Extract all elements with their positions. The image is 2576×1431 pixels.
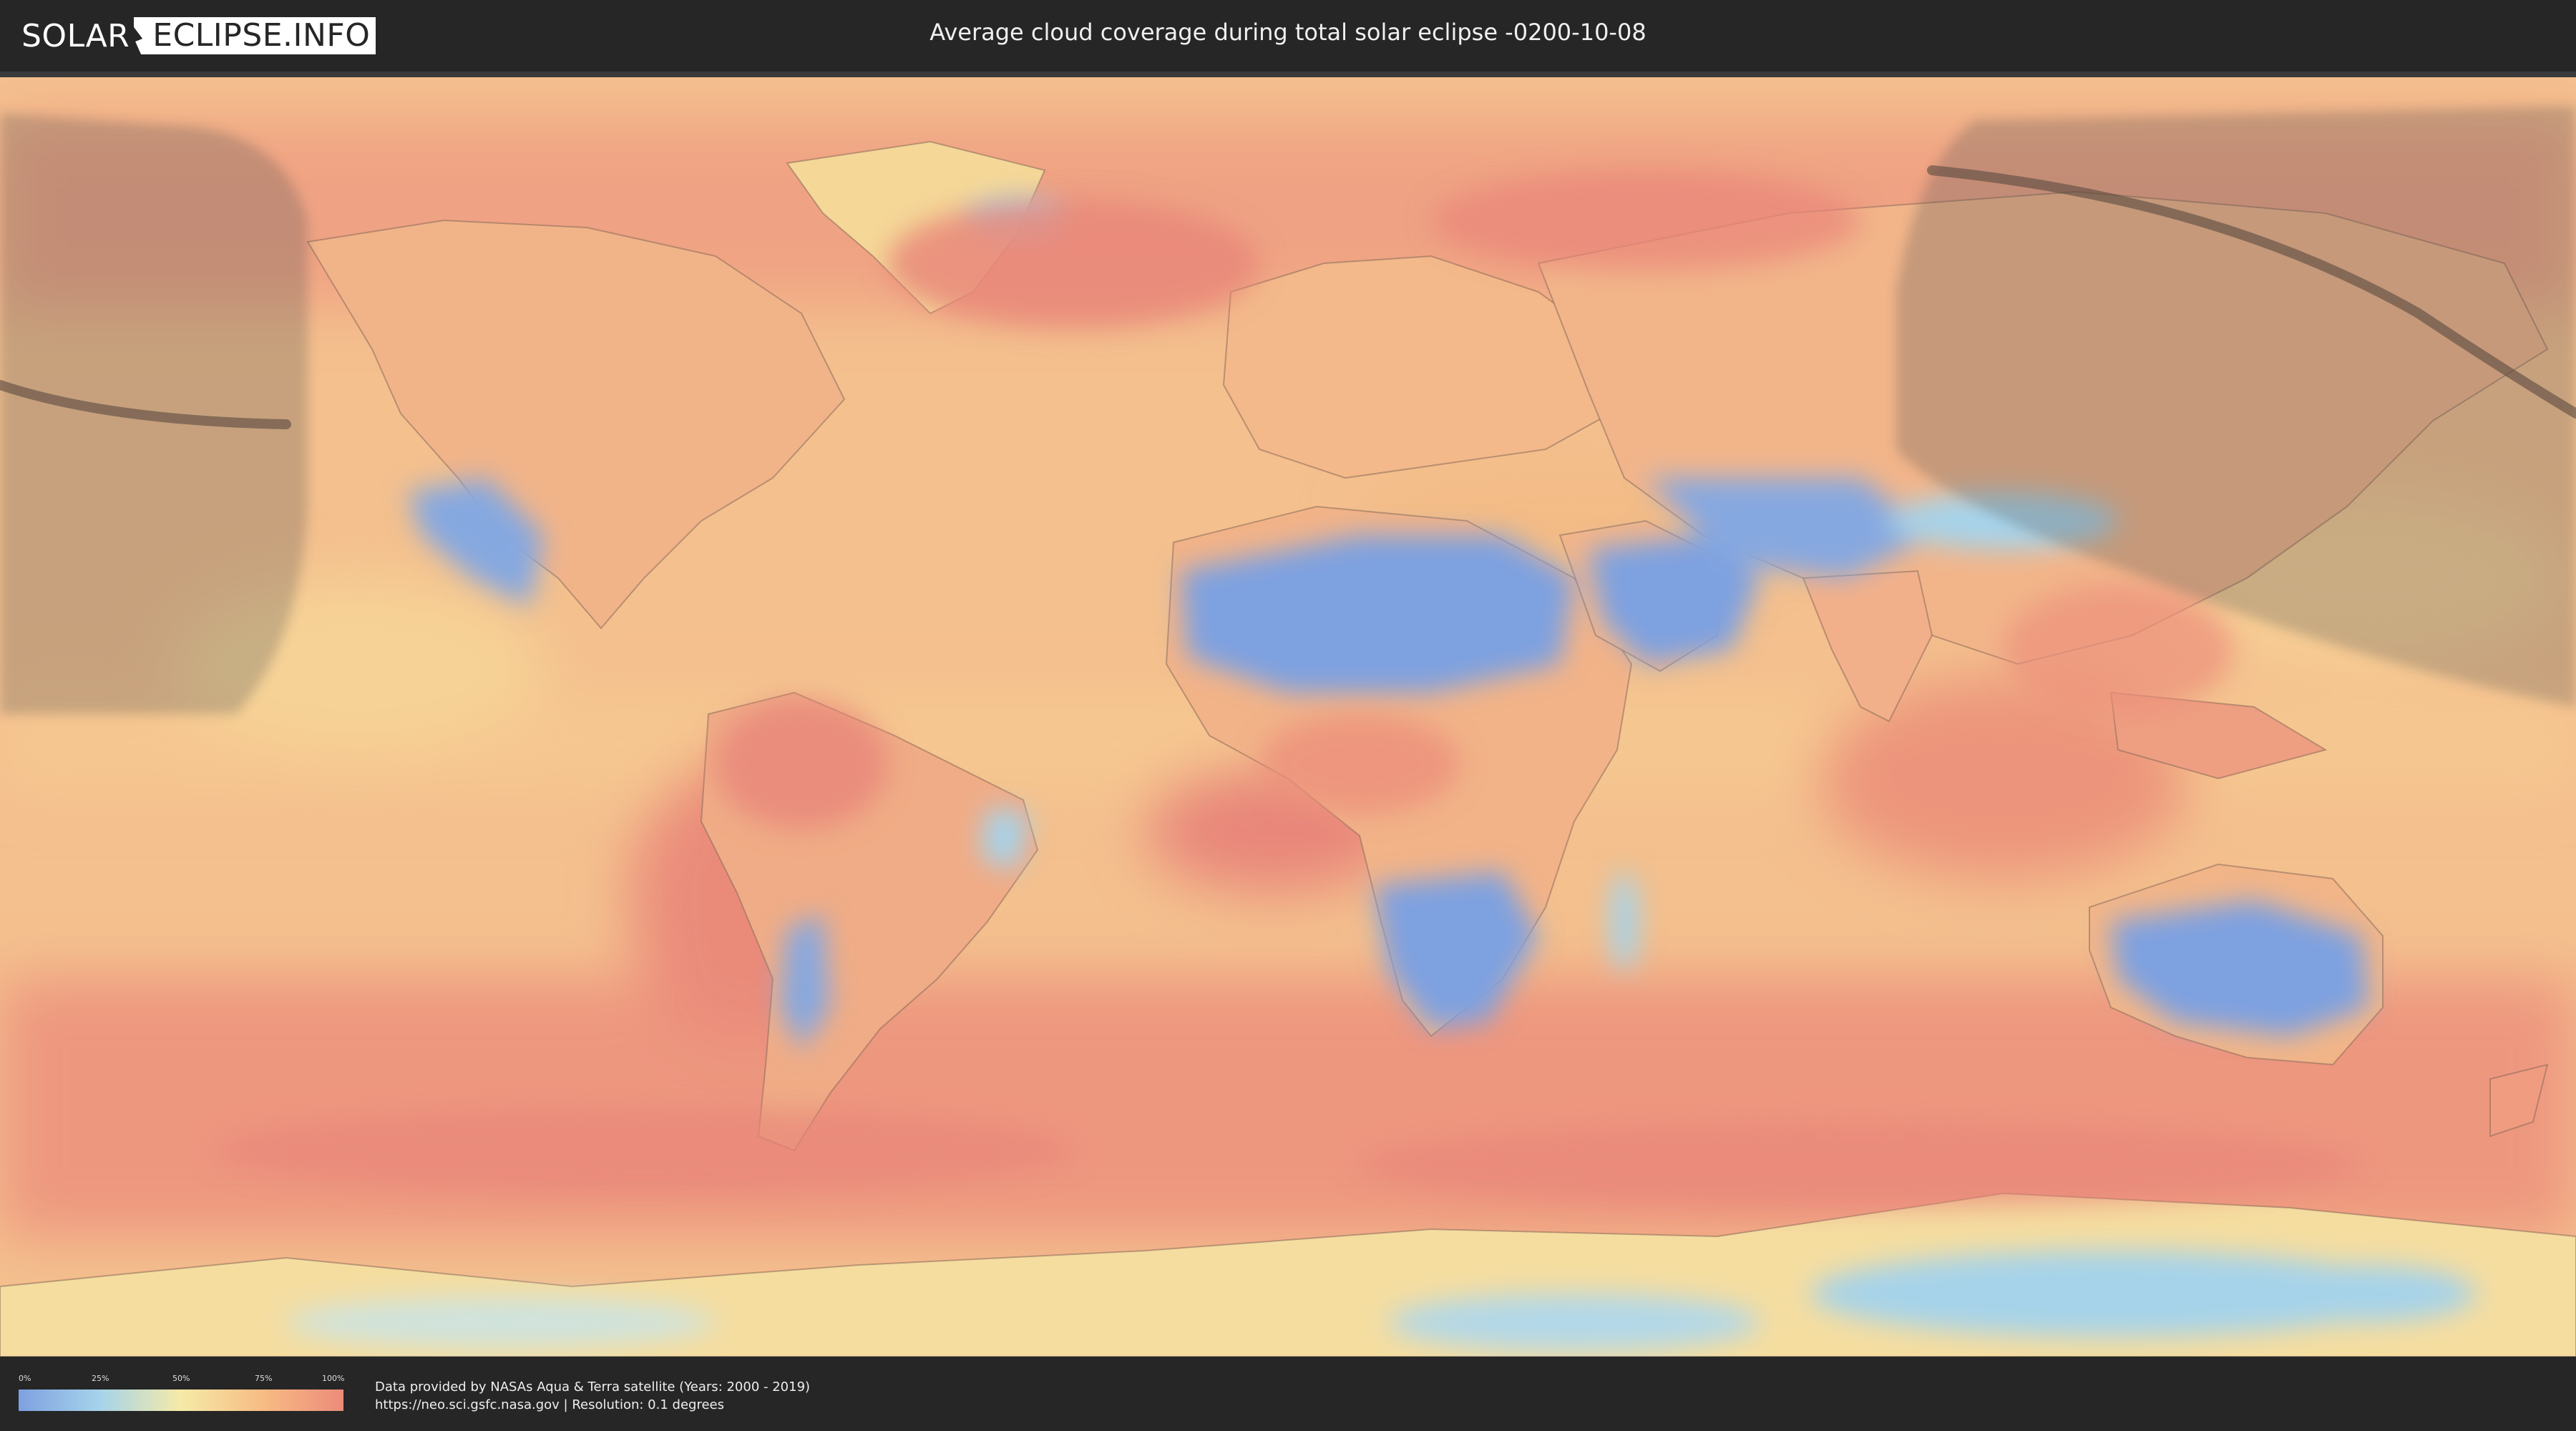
cloud-coverage-legend: 0% 25% 50% 75% 100% — [19, 1374, 345, 1415]
credit-line-source: Data provided by NASAs Aqua & Terra sate… — [375, 1379, 811, 1395]
credit-line-url[interactable]: https://neo.sci.gsfc.nasa.gov | Resoluti… — [375, 1396, 810, 1414]
header-bar: SOLAR ECLIPSE.INFO Average cloud coverag… — [0, 0, 2576, 72]
data-credits: Data provided by NASAs Aqua & Terra sate… — [375, 1378, 810, 1414]
cloud-coverage-map[interactable] — [0, 77, 2576, 1357]
legend-color-bar — [19, 1390, 343, 1411]
legend-ticks: 0% 25% 50% 75% 100% — [19, 1374, 345, 1387]
page-title: Average cloud coverage during total sola… — [930, 19, 1646, 46]
legend-tick-75: 75% — [255, 1374, 273, 1383]
legend-tick-0: 0% — [19, 1374, 31, 1383]
legend-tick-50: 50% — [172, 1374, 190, 1383]
legend-tick-100: 100% — [322, 1374, 345, 1383]
legend-tick-25: 25% — [92, 1374, 109, 1383]
